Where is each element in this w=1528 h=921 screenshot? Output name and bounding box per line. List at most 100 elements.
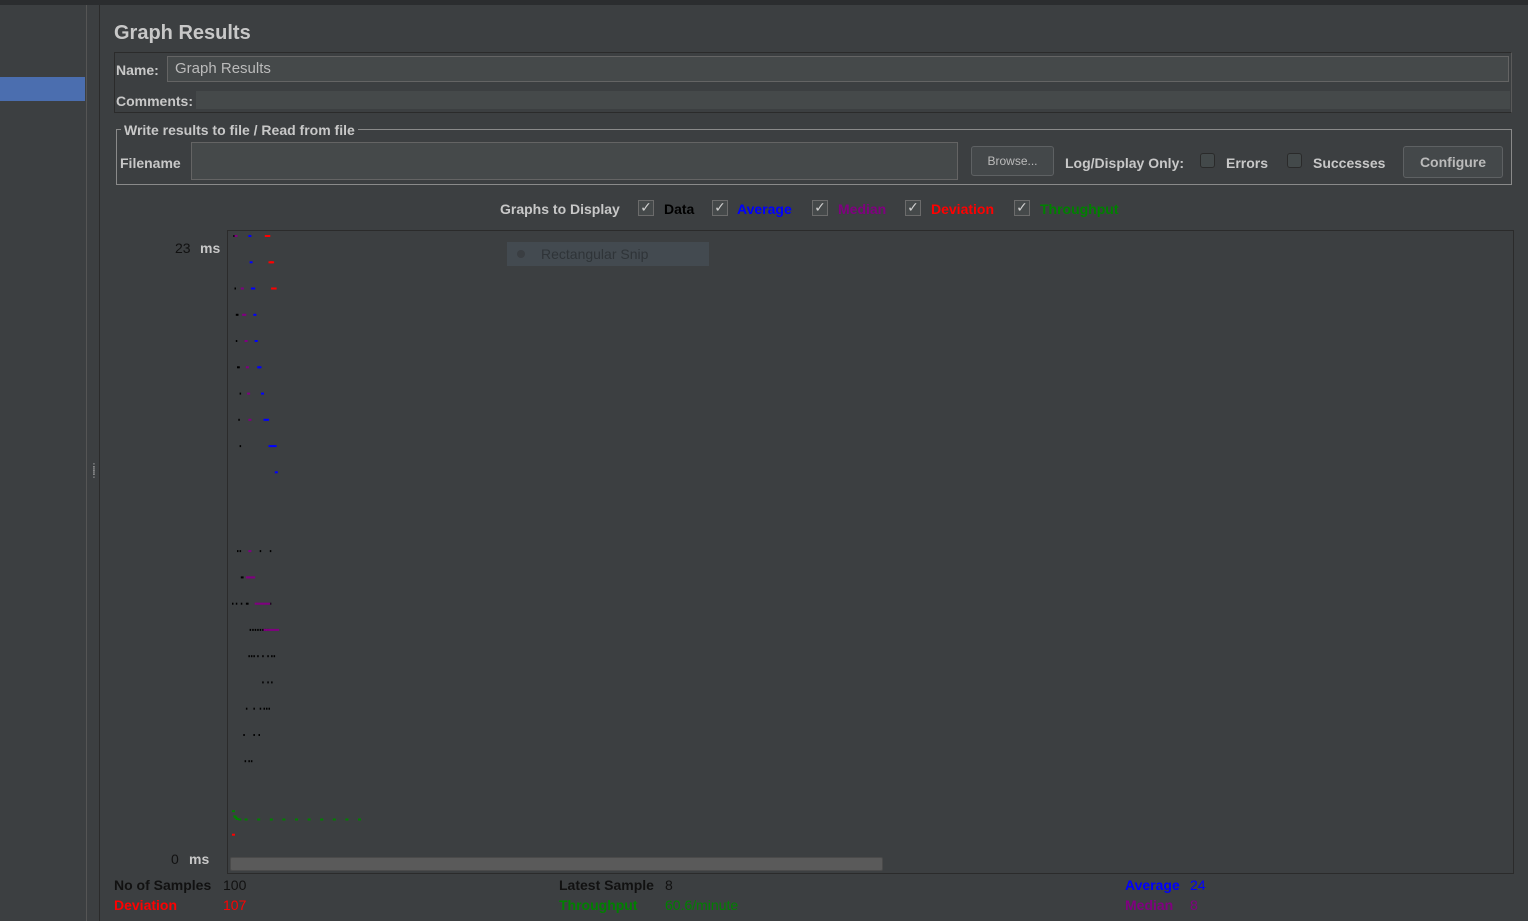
throughput-stat-value: 60.6/minute <box>665 897 739 913</box>
point-data <box>240 602 243 605</box>
point-throughput <box>244 818 248 821</box>
point-median <box>267 602 271 605</box>
point-data <box>239 550 242 553</box>
point-data <box>252 628 254 631</box>
point-deviation <box>271 261 275 264</box>
point-data <box>242 576 244 579</box>
deviation-checkbox[interactable]: ✓ <box>905 200 921 216</box>
log-display-label: Log/Display Only: <box>1065 155 1185 171</box>
graph-canvas <box>227 230 1514 874</box>
point-data <box>239 392 242 395</box>
browse-button[interactable]: Browse... <box>971 146 1054 176</box>
point-data <box>258 734 260 736</box>
median-checkbox[interactable]: ✓ <box>812 200 828 216</box>
point-data <box>234 287 236 290</box>
point-data <box>237 313 239 316</box>
splitter-grip-icon[interactable]: ⋮ ⋮ ⋮ <box>90 463 98 479</box>
configure-button[interactable]: Configure <box>1403 146 1503 178</box>
point-median <box>245 366 249 369</box>
name-input[interactable]: Graph Results <box>167 56 1509 82</box>
point-data <box>263 707 265 710</box>
point-average <box>273 445 277 448</box>
point-data <box>273 655 276 658</box>
successes-label: Successes <box>1313 155 1386 171</box>
point-data <box>254 628 257 631</box>
errors-checkbox[interactable] <box>1200 153 1215 168</box>
point-data <box>237 366 239 369</box>
errors-label: Errors <box>1226 155 1269 171</box>
filename-input[interactable] <box>191 142 958 180</box>
point-data <box>248 655 250 658</box>
point-data <box>262 681 264 684</box>
median-option-label: Median <box>838 201 887 217</box>
throughput-stat-label: Throughput <box>559 897 638 913</box>
point-average <box>248 235 252 237</box>
point-median <box>252 576 256 579</box>
median-stat-label: Median <box>1125 897 1174 913</box>
deviation-option-label: Deviation <box>931 201 995 217</box>
point-data <box>266 707 268 710</box>
point-throughput <box>238 818 242 821</box>
point-data <box>243 734 245 736</box>
point-data <box>271 655 273 658</box>
point-median <box>240 287 244 290</box>
point-data <box>249 628 252 631</box>
point-throughput <box>307 818 311 821</box>
point-average <box>258 366 262 369</box>
point-average <box>249 261 253 264</box>
snip-label: Rectangular Snip <box>541 246 649 262</box>
horizontal-scrollbar[interactable] <box>230 857 883 871</box>
point-data <box>259 707 262 710</box>
point-throughput <box>295 818 298 821</box>
data-option-label: Data <box>664 201 695 217</box>
point-median <box>248 418 252 421</box>
point-data <box>262 628 264 631</box>
point-data <box>232 602 234 605</box>
y-min-unit: ms <box>189 851 210 867</box>
point-data <box>238 366 240 369</box>
point-data <box>235 340 238 342</box>
tree-selected-item[interactable] <box>0 77 85 101</box>
graphs-to-display-label: Graphs to Display <box>500 201 620 217</box>
average-option-label: Average <box>737 201 792 217</box>
point-data <box>250 655 253 658</box>
test-plan-tree[interactable] <box>0 5 87 921</box>
rectangular-snip-overlay[interactable]: Rectangular Snip <box>507 242 709 266</box>
point-data <box>240 576 243 579</box>
samples-value: 100 <box>223 877 247 893</box>
deviation-stat-label: Deviation <box>114 897 178 913</box>
point-data <box>267 681 269 684</box>
average-stat-label: Average <box>1125 877 1180 893</box>
point-data <box>257 655 259 658</box>
point-data <box>235 602 238 605</box>
average-checkbox[interactable]: ✓ <box>712 200 728 216</box>
latest-sample-label: Latest Sample <box>559 877 654 893</box>
successes-checkbox[interactable] <box>1287 153 1302 168</box>
comments-input[interactable] <box>196 91 1510 109</box>
throughput-option-label: Throughput <box>1040 201 1119 217</box>
point-data <box>238 418 240 421</box>
data-checkbox[interactable]: ✓ <box>638 200 654 216</box>
point-data <box>247 602 249 605</box>
point-throughput <box>320 818 324 821</box>
point-data <box>259 550 262 553</box>
point-data <box>237 550 239 553</box>
point-median <box>276 628 280 631</box>
point-median <box>247 392 251 395</box>
throughput-checkbox[interactable]: ✓ <box>1014 200 1030 216</box>
point-median <box>268 628 272 631</box>
point-median <box>234 235 238 237</box>
point-average <box>254 340 258 342</box>
point-median <box>244 340 248 342</box>
point-throughput <box>269 818 273 821</box>
point-median <box>243 313 247 316</box>
point-data <box>245 707 248 710</box>
point-data <box>253 707 255 710</box>
comments-label: Comments: <box>116 93 194 109</box>
point-deviation <box>267 235 271 237</box>
point-data <box>267 655 269 658</box>
point-data <box>253 734 255 736</box>
point-data <box>269 550 272 553</box>
name-label: Name: <box>116 62 159 78</box>
filename-label: Filename <box>120 155 181 171</box>
